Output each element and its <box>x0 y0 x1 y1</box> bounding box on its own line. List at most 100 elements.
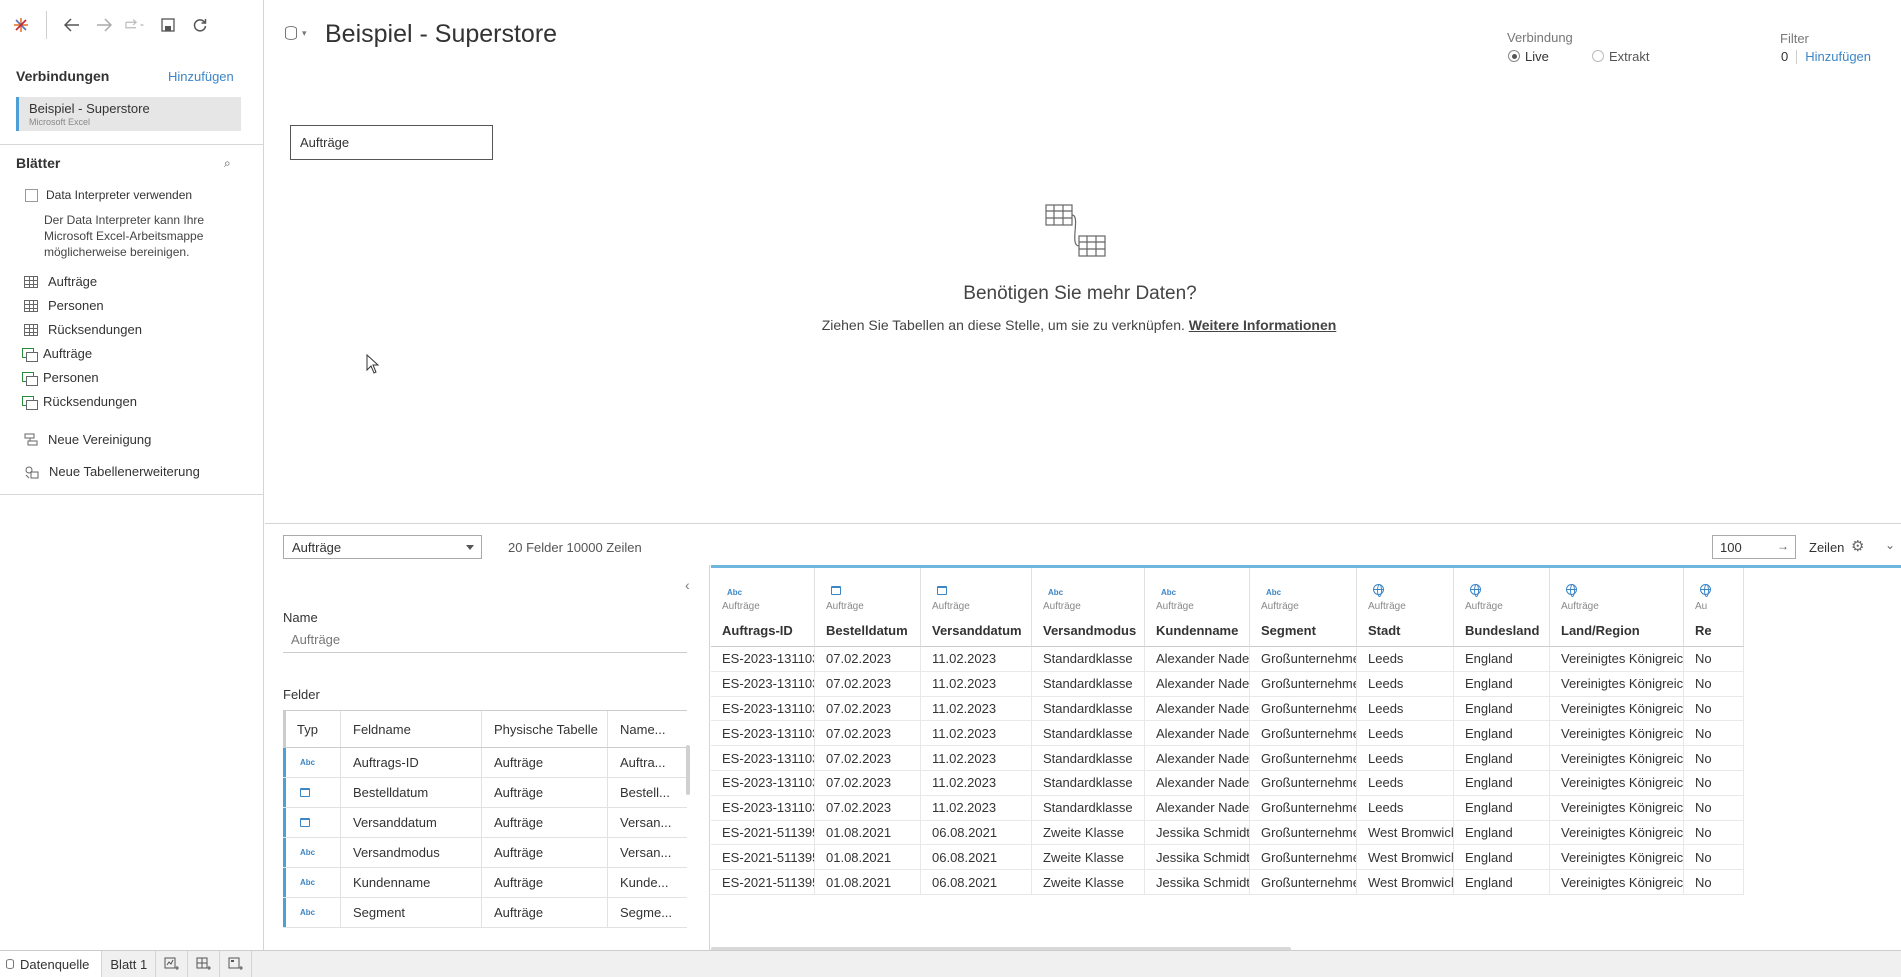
field-type-cell[interactable] <box>283 778 340 807</box>
collapse-left-icon[interactable]: ‹ <box>685 577 690 593</box>
sheet-item-ruecksendungen[interactable]: Rücksendungen <box>24 322 142 337</box>
column-header[interactable]: Aufträge Stadt <box>1357 568 1454 647</box>
new-table-extension-item[interactable]: Neue Tabellenerweiterung <box>24 464 200 479</box>
live-option[interactable]: Live <box>1508 49 1549 64</box>
column-type[interactable] <box>937 583 947 598</box>
col-header-physical-table[interactable]: Physische Tabelle <box>481 711 607 747</box>
field-type-cell[interactable]: Abc <box>283 898 340 927</box>
field-row[interactable]: Abc Segment Aufträge Segme... <box>283 898 687 928</box>
column-name[interactable]: Re <box>1695 623 1712 638</box>
back-icon[interactable] <box>61 14 83 36</box>
column-name[interactable]: Kundenname <box>1156 623 1238 638</box>
field-type-cell[interactable]: Abc <box>283 748 340 777</box>
sheet-item-auftraege[interactable]: Aufträge <box>24 274 97 289</box>
datasource-title[interactable]: Beispiel - Superstore <box>325 20 557 49</box>
sheet-item-personen[interactable]: Personen <box>24 298 104 313</box>
column-header[interactable]: Abc Aufträge Segment <box>1250 568 1357 647</box>
field-name-cell[interactable]: Kundenname <box>340 868 481 897</box>
column-type[interactable] <box>1566 583 1577 598</box>
column-name[interactable]: Stadt <box>1368 623 1401 638</box>
field-row[interactable]: Bestelldatum Aufträge Bestell... <box>283 778 687 808</box>
add-filter-link[interactable]: Hinzufügen <box>1805 49 1871 64</box>
grid-cell: Alexander Nadel <box>1145 721 1250 747</box>
field-row[interactable]: Abc Kundenname Aufträge Kunde... <box>283 868 687 898</box>
fields-scrollbar[interactable] <box>686 745 690 795</box>
redo-dropdown-icon[interactable] <box>125 14 147 36</box>
column-name[interactable]: Bundesland <box>1465 623 1539 638</box>
field-row[interactable]: Versanddatum Aufträge Versan... <box>283 808 687 838</box>
field-name-cell[interactable]: Auftrags-ID <box>340 748 481 777</box>
col-header-type[interactable]: Typ <box>283 711 340 747</box>
column-name[interactable]: Auftrags-ID <box>722 623 793 638</box>
column-name[interactable]: Land/Region <box>1561 623 1640 638</box>
more-info-link[interactable]: Weitere Informationen <box>1189 317 1337 333</box>
chevron-down-icon[interactable]: ▾ <box>302 28 307 39</box>
connection-item[interactable]: Beispiel - Superstore Microsoft Excel <box>16 97 241 131</box>
forward-icon[interactable] <box>93 14 115 36</box>
field-type-cell[interactable]: Abc <box>283 868 340 897</box>
column-header[interactable]: Abc Aufträge Kundenname <box>1145 568 1250 647</box>
field-name-cell[interactable]: Versanddatum <box>340 808 481 837</box>
col-header-remote-name[interactable]: Name... <box>607 711 687 747</box>
column-name[interactable]: Segment <box>1261 623 1316 638</box>
column-header[interactable]: Aufträge Land/Region <box>1550 568 1684 647</box>
column-name[interactable]: Versanddatum <box>932 623 1022 638</box>
field-name-cell[interactable]: Bestelldatum <box>340 778 481 807</box>
arrow-right-icon[interactable]: → <box>1777 539 1789 553</box>
tab-sheet1[interactable]: Blatt 1 <box>102 951 157 977</box>
new-story-icon[interactable] <box>220 951 253 977</box>
col-header-fieldname[interactable]: Feldname <box>340 711 481 747</box>
field-row[interactable]: Abc Auftrags-ID Aufträge Auftra... <box>283 748 687 778</box>
table-card-auftraege[interactable]: Aufträge <box>290 125 493 160</box>
column-type[interactable]: Abc <box>1266 583 1281 598</box>
column-type[interactable] <box>1373 583 1384 598</box>
chevron-down-icon[interactable]: ⌄ <box>1885 538 1895 552</box>
rows-input[interactable]: 100 → <box>1712 535 1796 559</box>
column-type[interactable]: Abc <box>1048 583 1063 598</box>
extract-option[interactable]: Extrakt <box>1592 49 1649 64</box>
data-interpreter-checkbox[interactable] <box>25 188 38 202</box>
new-worksheet-icon[interactable] <box>156 951 189 977</box>
column-type[interactable]: Abc <box>1161 583 1176 598</box>
new-dashboard-icon[interactable] <box>188 951 221 977</box>
column-header[interactable]: Au Re <box>1684 568 1744 647</box>
column-type[interactable] <box>831 583 841 598</box>
save-icon[interactable] <box>157 14 179 36</box>
field-name-cell[interactable]: Versandmodus <box>340 838 481 867</box>
database-icon[interactable] <box>285 26 297 40</box>
string-type-icon: Abc <box>1161 588 1177 597</box>
tableau-logo-icon[interactable] <box>10 14 32 36</box>
search-sheets-icon[interactable]: ⌕ <box>224 156 231 171</box>
name-field[interactable]: Aufträge <box>283 629 687 653</box>
column-type[interactable] <box>1470 583 1481 598</box>
named-range-personen[interactable]: Personen <box>22 370 99 386</box>
data-interpreter-label[interactable]: Data Interpreter verwenden <box>46 188 192 202</box>
named-range-ruecksendungen[interactable]: Rücksendungen <box>22 394 137 410</box>
refresh-icon[interactable] <box>189 14 211 36</box>
grid-cell: ES-2023-1311038 <box>711 696 815 722</box>
column-type[interactable]: Abc <box>727 583 742 598</box>
field-type-cell[interactable] <box>283 808 340 837</box>
field-row[interactable]: Abc Versandmodus Aufträge Versan... <box>283 838 687 868</box>
table-select[interactable]: Aufträge <box>283 535 482 559</box>
column-header[interactable]: Aufträge Bundesland <box>1454 568 1550 647</box>
gear-icon[interactable]: ⚙ <box>1851 537 1864 555</box>
field-name-cell[interactable]: Segment <box>340 898 481 927</box>
column-type[interactable] <box>1700 583 1711 598</box>
add-connection-link[interactable]: Hinzufügen <box>168 69 234 84</box>
grid-cell: 07.02.2023 <box>815 795 921 821</box>
join-canvas[interactable]: ▾ Beispiel - Superstore Verbindung Live … <box>265 0 1901 523</box>
field-type-cell[interactable]: Abc <box>283 838 340 867</box>
column-header[interactable]: Aufträge Bestelldatum <box>815 568 921 647</box>
new-union-item[interactable]: Neue Vereinigung <box>24 432 151 447</box>
column-name[interactable]: Versandmodus <box>1043 623 1136 638</box>
column-header[interactable]: Abc Aufträge Versandmodus <box>1032 568 1145 647</box>
named-range-auftraege[interactable]: Aufträge <box>22 346 92 362</box>
extract-radio[interactable] <box>1592 50 1604 62</box>
column-name[interactable]: Bestelldatum <box>826 623 908 638</box>
column-header[interactable]: Abc Aufträge Auftrags-ID <box>711 568 815 647</box>
live-radio[interactable] <box>1508 50 1520 62</box>
column-header[interactable]: Aufträge Versanddatum <box>921 568 1032 647</box>
tab-datasource[interactable]: Datenquelle <box>0 951 103 977</box>
grid-cell: Alexander Nadel <box>1145 647 1250 672</box>
